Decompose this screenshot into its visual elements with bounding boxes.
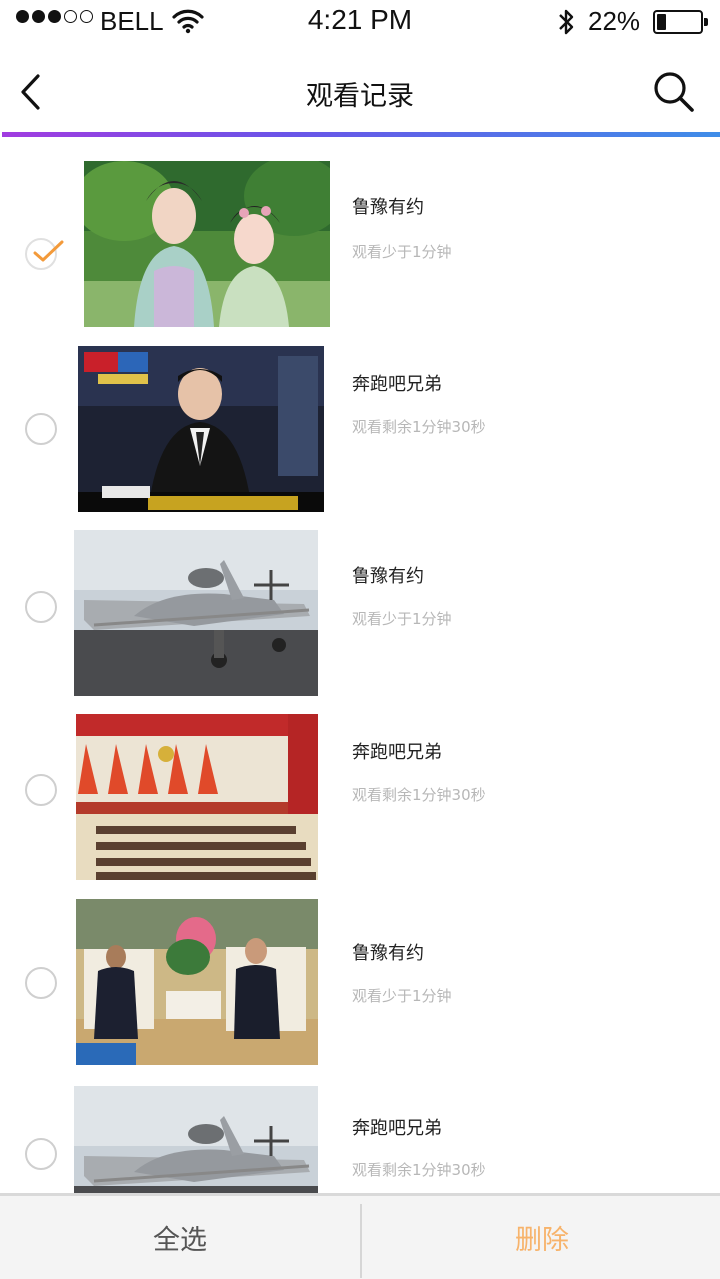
select-checkbox[interactable]: [25, 591, 57, 623]
watch-history-list[interactable]: 鲁豫有约 观看少于1分钟 奔跑吧兄弟 观看剩余1分钟30秒 鲁豫有约 观看少于1…: [0, 137, 720, 1193]
item-title: 奔跑吧兄弟: [352, 742, 442, 763]
search-icon: [654, 72, 694, 112]
checkmark-icon: [33, 240, 64, 262]
item-watch-progress: 观看剩余1分钟30秒: [352, 1161, 486, 1179]
select-all-button[interactable]: 全选: [0, 1196, 360, 1279]
battery-icon: [653, 10, 708, 34]
list-item[interactable]: 鲁豫有约 观看少于1分钟: [0, 161, 720, 345]
battery-fill: [657, 14, 666, 30]
delete-button[interactable]: 删除: [362, 1196, 720, 1279]
video-thumbnail[interactable]: [76, 899, 318, 1065]
video-thumbnail[interactable]: [78, 346, 324, 512]
back-button[interactable]: [8, 66, 52, 118]
bottom-toolbar: 全选 删除: [0, 1193, 720, 1279]
list-item[interactable]: 鲁豫有约 观看少于1分钟: [0, 530, 720, 714]
select-checkbox[interactable]: [25, 413, 57, 445]
item-watch-progress: 观看少于1分钟: [352, 610, 452, 628]
item-title: 鲁豫有约: [352, 943, 424, 964]
item-title: 奔跑吧兄弟: [352, 1118, 442, 1139]
item-title: 鲁豫有约: [352, 566, 424, 587]
item-watch-progress: 观看少于1分钟: [352, 987, 452, 1005]
item-watch-progress: 观看剩余1分钟30秒: [352, 418, 486, 436]
video-thumbnail[interactable]: [74, 1086, 318, 1193]
search-button[interactable]: [646, 66, 702, 118]
page-title: 观看记录: [306, 81, 414, 112]
select-checkbox[interactable]: [25, 774, 57, 806]
list-item[interactable]: 奔跑吧兄弟 观看剩余1分钟30秒: [0, 1086, 720, 1193]
video-thumbnail[interactable]: [74, 530, 318, 696]
status-bar: BELL 4:21 PM 22%: [0, 0, 720, 44]
select-checkbox[interactable]: [25, 238, 64, 270]
video-thumbnail[interactable]: [84, 161, 330, 327]
chevron-left-icon: [21, 74, 40, 110]
list-item[interactable]: 奔跑吧兄弟 观看剩余1分钟30秒: [0, 714, 720, 898]
item-watch-progress: 观看剩余1分钟30秒: [352, 786, 486, 804]
navigation-bar: 观看记录: [0, 44, 720, 134]
select-checkbox[interactable]: [25, 967, 57, 999]
item-title: 鲁豫有约: [352, 197, 424, 218]
item-watch-progress: 观看少于1分钟: [352, 243, 452, 261]
list-item[interactable]: 奔跑吧兄弟 观看剩余1分钟30秒: [0, 346, 720, 530]
bluetooth-icon: [556, 6, 576, 42]
select-checkbox[interactable]: [25, 1138, 57, 1170]
list-item[interactable]: 鲁豫有约 观看少于1分钟: [0, 899, 720, 1083]
item-title: 奔跑吧兄弟: [352, 374, 442, 395]
video-thumbnail[interactable]: [76, 714, 318, 880]
battery-percentage: 22%: [588, 6, 641, 36]
